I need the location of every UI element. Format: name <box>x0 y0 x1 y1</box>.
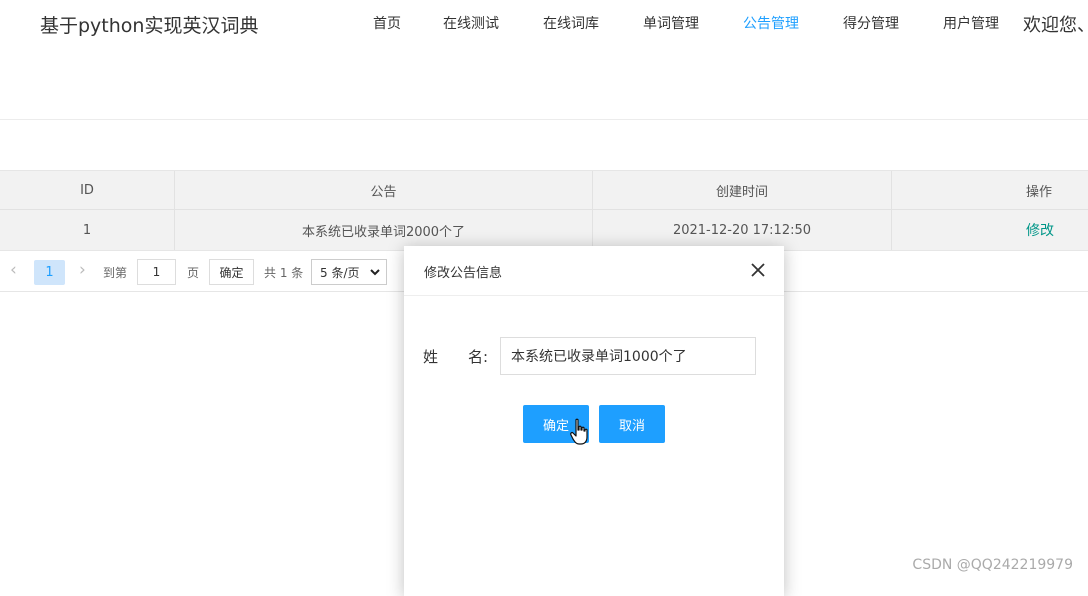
name-field-label: 姓 名: <box>423 348 489 366</box>
page-unit-label: 页 <box>187 266 200 280</box>
nav-item-home[interactable]: 首页 <box>373 13 401 33</box>
chevron-down-icon <box>370 269 380 276</box>
nav-item-user-management[interactable]: 用户管理 <box>943 13 999 33</box>
column-header-created: 创建时间 <box>593 171 892 209</box>
close-icon[interactable] <box>748 260 768 280</box>
nav-item-notice-management[interactable]: 公告管理 <box>743 13 799 33</box>
next-page-icon[interactable]: › <box>79 260 86 280</box>
brand-title: 基于python实现英汉词典 <box>40 15 259 37</box>
divider <box>0 119 1088 120</box>
dialog-header: 修改公告信息 <box>404 246 784 296</box>
notice-input[interactable] <box>500 337 756 375</box>
top-header: 基于python实现英汉词典 首页 在线测试 在线词库 单词管理 公告管理 得分… <box>0 0 1088 46</box>
hand-cursor-icon <box>570 418 588 445</box>
nav-item-online-test[interactable]: 在线测试 <box>443 13 499 33</box>
table-header: ID 公告 创建时间 操作 <box>0 170 1088 210</box>
edit-link[interactable]: 修改 <box>1026 220 1054 240</box>
dialog-title: 修改公告信息 <box>424 266 503 281</box>
nav-item-score-management[interactable]: 得分管理 <box>843 13 899 33</box>
total-count: 共 1 条 <box>264 266 304 280</box>
goto-page-input[interactable] <box>137 259 176 285</box>
column-header-id: ID <box>0 171 175 209</box>
page-size-select[interactable]: 5 条/页 <box>311 259 387 285</box>
prev-page-icon[interactable]: ‹ <box>10 260 17 280</box>
goto-confirm-button[interactable]: 确定 <box>209 259 254 285</box>
nav-item-word-bank[interactable]: 在线词库 <box>543 13 599 33</box>
column-header-notice: 公告 <box>175 171 593 209</box>
edit-notice-dialog: 修改公告信息 姓 名: 确定 取消 <box>404 246 784 596</box>
welcome-text[interactable]: 欢迎您、 <box>1023 11 1088 37</box>
cell-action: 修改 <box>892 210 1088 250</box>
current-page[interactable]: 1 <box>34 260 65 285</box>
goto-label: 到第 <box>103 266 128 280</box>
column-header-action: 操作 <box>1026 184 1053 200</box>
page-size-value: 5 条/页 <box>320 265 360 280</box>
table-row: 1 本系统已收录单词2000个了 2021-12-20 17:12:50 修改 <box>0 210 1088 251</box>
cell-created: 2021-12-20 17:12:50 <box>593 210 892 250</box>
cancel-button[interactable]: 取消 <box>599 405 665 443</box>
cell-notice: 本系统已收录单词2000个了 <box>175 210 593 250</box>
watermark: CSDN @QQ242219979 <box>912 557 1073 573</box>
cell-id: 1 <box>0 210 175 250</box>
nav-item-word-management[interactable]: 单词管理 <box>643 13 699 33</box>
